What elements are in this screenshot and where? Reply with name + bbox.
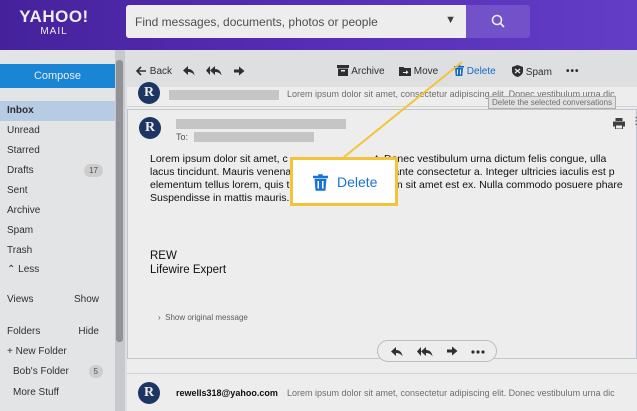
sidebar-item-label: Trash <box>7 245 33 256</box>
sidebar-folders-header: Folders Hide <box>0 322 115 342</box>
search-button[interactable] <box>466 5 530 38</box>
folder-count-badge: 5 <box>88 365 103 378</box>
more-actions-button[interactable]: ••• <box>566 65 580 79</box>
sidebar-item-label: Starred <box>7 145 40 156</box>
redacted-sender <box>176 119 346 129</box>
sidebar-item-spam[interactable]: Spam <box>0 221 115 241</box>
spam-label: Spam <box>525 67 552 78</box>
show-original-link[interactable]: › Show original message <box>158 313 248 322</box>
sidebar-scrollbar-thumb[interactable] <box>116 60 123 342</box>
reply-all-icon[interactable] <box>417 346 433 357</box>
search-box: ▼ <box>126 5 466 38</box>
conversation-pane: R Lorem ipsum dolor sit amet, consectetu… <box>127 82 637 411</box>
delete-callout: Delete <box>290 157 398 206</box>
delete-tooltip: Delete the selected conversations <box>488 96 617 109</box>
sidebar: Compose Inbox Unread Starred Drafts 17 Se… <box>0 50 125 411</box>
shield-icon <box>512 65 523 77</box>
sidebar-item-label: Inbox <box>7 105 34 116</box>
reply-all-button[interactable] <box>206 65 222 79</box>
back-button[interactable]: Back <box>135 65 173 79</box>
sidebar-item-label: Less <box>18 264 40 275</box>
to-label: To: <box>176 132 189 142</box>
show-original-label: Show original message <box>165 313 248 322</box>
more-dots-icon[interactable] <box>471 350 485 354</box>
sidebar-item-trash[interactable]: Trash <box>0 241 115 261</box>
compose-button[interactable]: Compose <box>0 64 115 88</box>
folder-move-icon <box>399 67 411 76</box>
plus-icon: + <box>7 346 13 357</box>
archive-button[interactable]: Archive <box>337 65 385 79</box>
sidebar-item-label: Spam <box>7 225 34 236</box>
reply-all-icon <box>206 66 222 76</box>
new-folder-button[interactable]: + New Folder <box>0 342 115 362</box>
delete-button[interactable]: Delete <box>454 65 496 79</box>
forward-icon <box>234 66 245 76</box>
spam-button[interactable]: Spam <box>512 65 552 79</box>
sidebar-item-label: New Folder <box>15 346 67 357</box>
callout-label: Delete <box>337 174 378 190</box>
redacted-sender <box>169 90 279 100</box>
reply-icon <box>183 66 195 76</box>
delete-label: Delete <box>466 66 496 77</box>
move-label: Move <box>413 66 439 77</box>
sidebar-item-bobs-folder[interactable]: Bob's Folder 5 <box>0 362 115 382</box>
logo-wordmark: YAHOO! <box>19 7 89 26</box>
sidebar-item-label: Unread <box>7 125 40 136</box>
sidebar-item-label: Archive <box>7 205 41 216</box>
search-icon <box>491 14 505 28</box>
forward-icon[interactable] <box>446 346 458 356</box>
message-snippet: Lorem ipsum dolor sit amet, consectetur … <box>287 388 615 398</box>
chevron-right-icon: › <box>158 313 161 322</box>
folders-hide-toggle[interactable]: Hide <box>78 322 99 342</box>
avatar: R <box>138 382 160 404</box>
sidebar-item-label: Sent <box>7 185 28 196</box>
message-toolbar: Back Archive Move Delete Spam ••• <box>127 55 637 87</box>
sidebar-section-label: Views <box>7 294 34 305</box>
signature-title: Lifewire Expert <box>150 264 227 276</box>
sidebar-views-header: Views Show <box>0 290 115 310</box>
sidebar-section-label: Folders <box>7 326 41 337</box>
sender-email: rewells318@yahoo.com <box>176 388 278 398</box>
sidebar-item-starred[interactable]: Starred <box>0 141 115 161</box>
message-row[interactable]: R rewells318@yahoo.com Lorem ipsum dolor… <box>127 373 637 411</box>
sidebar-item-more-stuff[interactable]: More Stuff <box>0 383 115 403</box>
avatar: R <box>139 117 161 139</box>
back-label: Back <box>149 66 173 77</box>
archive-label: Archive <box>351 66 385 77</box>
sidebar-item-label: Bob's Folder <box>13 366 69 377</box>
sidebar-item-archive[interactable]: Archive <box>0 201 115 221</box>
chevron-up-icon: ⌃ <box>7 264 16 275</box>
forward-button[interactable] <box>233 65 245 79</box>
search-input[interactable] <box>126 5 426 38</box>
yahoo-mail-logo[interactable]: YAHOO! MAIL <box>14 7 94 38</box>
print-icon[interactable] <box>613 118 625 129</box>
trash-icon <box>313 174 328 191</box>
reply-button[interactable] <box>182 65 195 79</box>
sidebar-item-unread[interactable]: Unread <box>0 121 115 141</box>
avatar: R <box>138 82 160 104</box>
logo-subtitle: MAIL <box>40 26 68 37</box>
chevron-down-icon[interactable]: ▼ <box>445 14 456 26</box>
expanded-message: R To: ⋮ Lorem ipsum dolor sit amet, c t.… <box>127 109 637 362</box>
quick-actions-bar <box>377 340 497 362</box>
sidebar-item-drafts[interactable]: Drafts 17 <box>0 161 115 181</box>
sidebar-item-label: Drafts <box>7 165 34 176</box>
signature-name: REW <box>150 250 177 262</box>
arrow-left-icon <box>135 66 146 76</box>
drafts-count-badge: 17 <box>84 164 103 177</box>
trash-icon <box>454 65 464 76</box>
reply-icon[interactable] <box>390 346 403 357</box>
move-button[interactable]: Move <box>399 65 438 79</box>
sidebar-less-toggle[interactable]: ⌃ Less <box>0 260 115 280</box>
sidebar-item-sent[interactable]: Sent <box>0 181 115 201</box>
more-options-icon[interactable]: ⋮ <box>631 116 637 127</box>
redacted-recipient <box>194 132 314 142</box>
views-show-toggle[interactable]: Show <box>74 290 99 310</box>
app-header: YAHOO! MAIL ▼ <box>0 0 637 50</box>
sidebar-item-label: More Stuff <box>13 387 59 398</box>
sidebar-item-inbox[interactable]: Inbox <box>0 101 115 121</box>
archive-icon <box>337 65 349 76</box>
